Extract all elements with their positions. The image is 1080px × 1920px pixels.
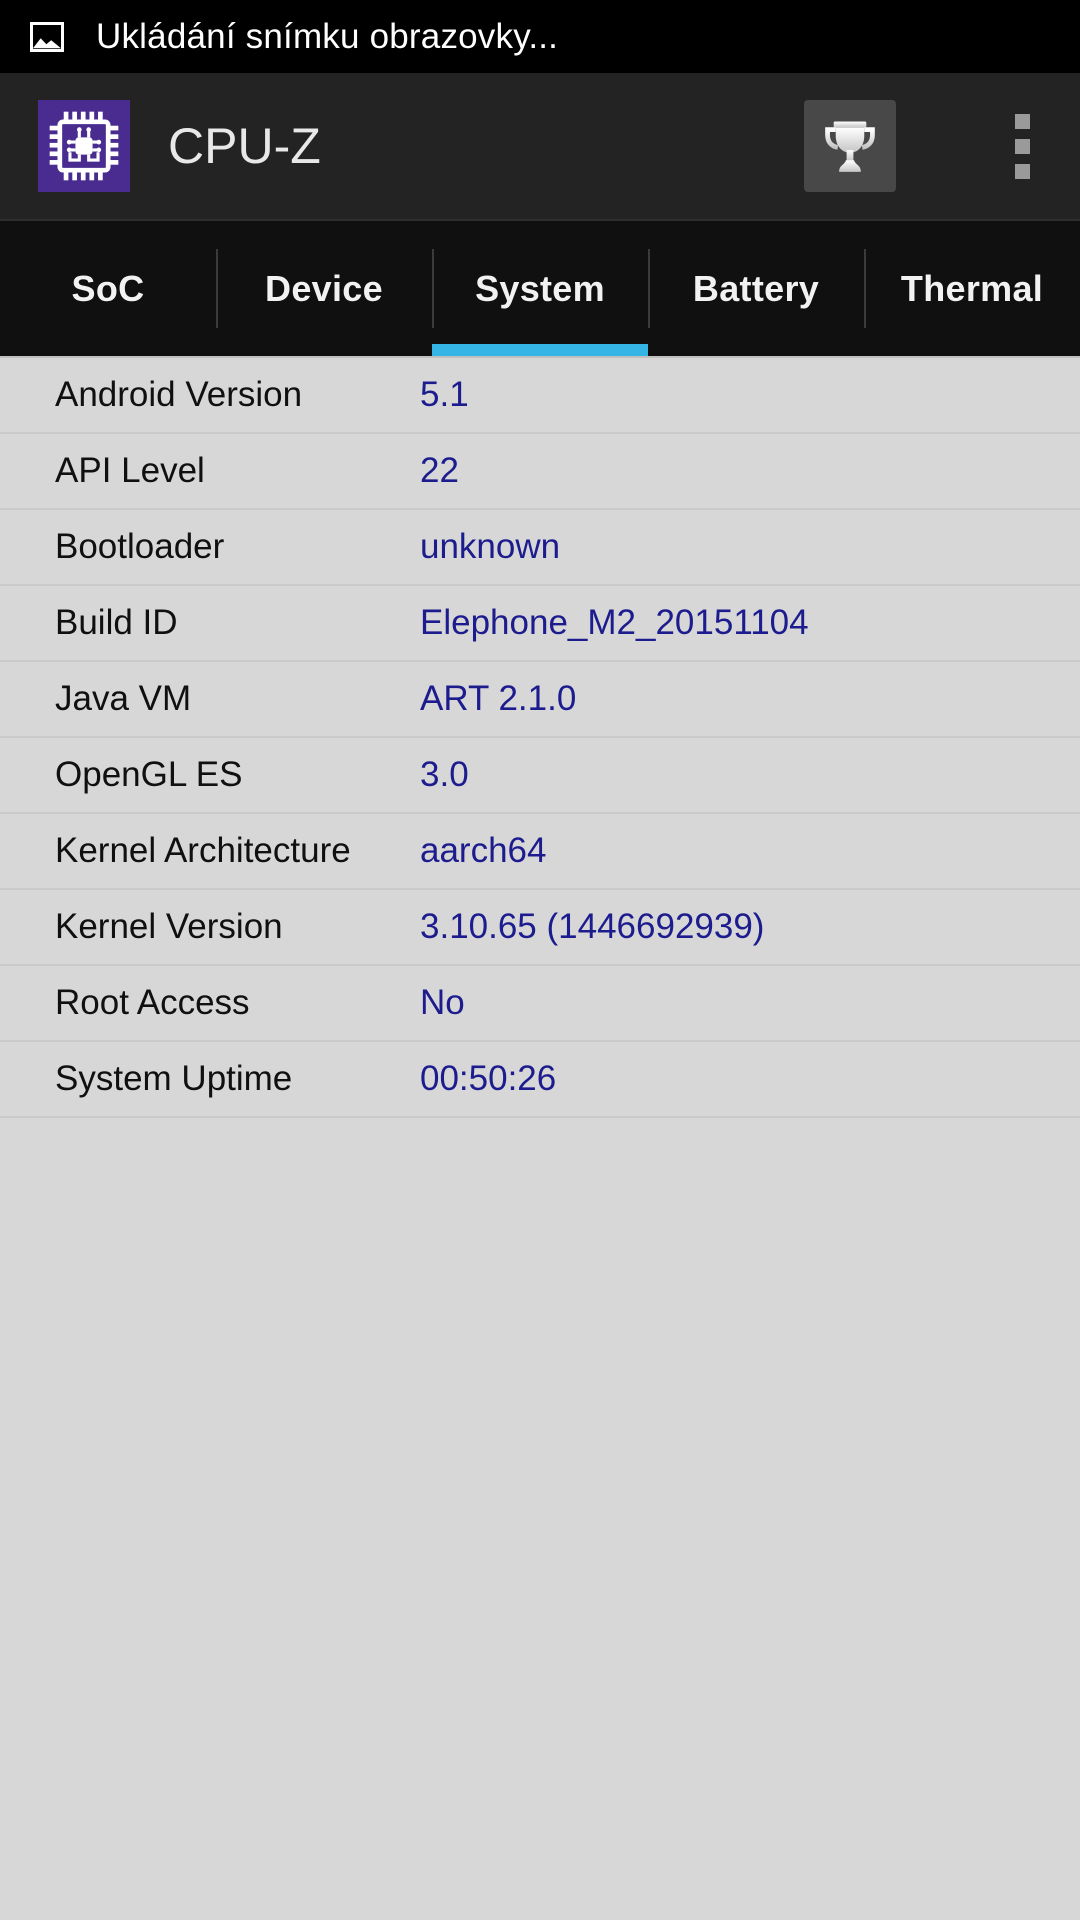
row-value: ART 2.1.0 [420, 679, 577, 718]
overflow-dot [1014, 163, 1030, 179]
image-icon-glyph [33, 38, 61, 49]
trophy-button[interactable] [804, 100, 896, 192]
status-bar: Ukládání snímku obrazovky... [0, 0, 1080, 73]
row-value: unknown [420, 527, 561, 566]
list-empty-area [0, 1118, 1080, 1920]
table-row: System Uptime 00:50:26 [0, 1042, 1080, 1118]
table-row: Java VM ART 2.1.0 [0, 662, 1080, 738]
status-bar-text: Ukládání snímku obrazovky... [96, 16, 559, 56]
row-value: aarch64 [420, 831, 547, 870]
table-row: Kernel Version 3.10.65 (1446692939) [0, 890, 1080, 966]
cpu-chip-glyph [49, 111, 119, 181]
row-label: Root Access [55, 983, 250, 1022]
table-row: Bootloader unknown [0, 510, 1080, 586]
row-value: 00:50:26 [420, 1059, 557, 1098]
action-bar: CPU-Z [0, 73, 1080, 221]
tab-label: Battery [692, 267, 820, 309]
image-icon [30, 21, 64, 52]
overflow-menu-button[interactable] [980, 91, 1064, 201]
overflow-dot [1014, 138, 1030, 154]
table-row: OpenGL ES 3.0 [0, 738, 1080, 814]
tab-label: Device [265, 267, 383, 309]
row-value: No [420, 983, 465, 1022]
tab-soc[interactable]: SoC [0, 221, 216, 356]
table-row: Android Version 5.1 [0, 358, 1080, 434]
row-value: 22 [420, 451, 459, 490]
trophy-icon [825, 121, 875, 172]
tab-label: System [475, 267, 605, 309]
table-row: Kernel Architecture aarch64 [0, 814, 1080, 890]
row-value: 3.10.65 (1446692939) [420, 907, 765, 946]
tab-system[interactable]: System [432, 221, 648, 356]
row-label: API Level [55, 451, 205, 490]
table-row: API Level 22 [0, 434, 1080, 510]
row-label: Kernel Version [55, 907, 283, 946]
overflow-dot [1014, 113, 1030, 129]
row-label: Android Version [55, 375, 303, 414]
table-row: Root Access No [0, 966, 1080, 1042]
system-info-list[interactable]: Android Version 5.1 API Level 22 Bootloa… [0, 356, 1080, 1920]
tab-label: Thermal [900, 267, 1044, 309]
row-value: 3.0 [420, 755, 469, 794]
row-value: Elephone_M2_20151104 [420, 603, 809, 642]
row-label: Kernel Architecture [55, 831, 351, 870]
row-label: System Uptime [55, 1059, 293, 1098]
app-title: CPU-Z [168, 118, 321, 174]
tab-thermal[interactable]: Thermal [864, 221, 1080, 356]
tab-label: SoC [71, 267, 145, 309]
row-label: OpenGL ES [55, 755, 243, 794]
table-row: Build ID Elephone_M2_20151104 [0, 586, 1080, 662]
cpu-chip-icon [38, 100, 130, 192]
tab-device[interactable]: Device [216, 221, 432, 356]
row-label: Java VM [55, 679, 192, 718]
tab-bar: SoC Device System Battery Thermal [0, 221, 1080, 356]
tab-battery[interactable]: Battery [648, 221, 864, 356]
row-value: 5.1 [420, 375, 469, 414]
row-label: Build ID [55, 603, 178, 642]
row-label: Bootloader [55, 527, 225, 566]
